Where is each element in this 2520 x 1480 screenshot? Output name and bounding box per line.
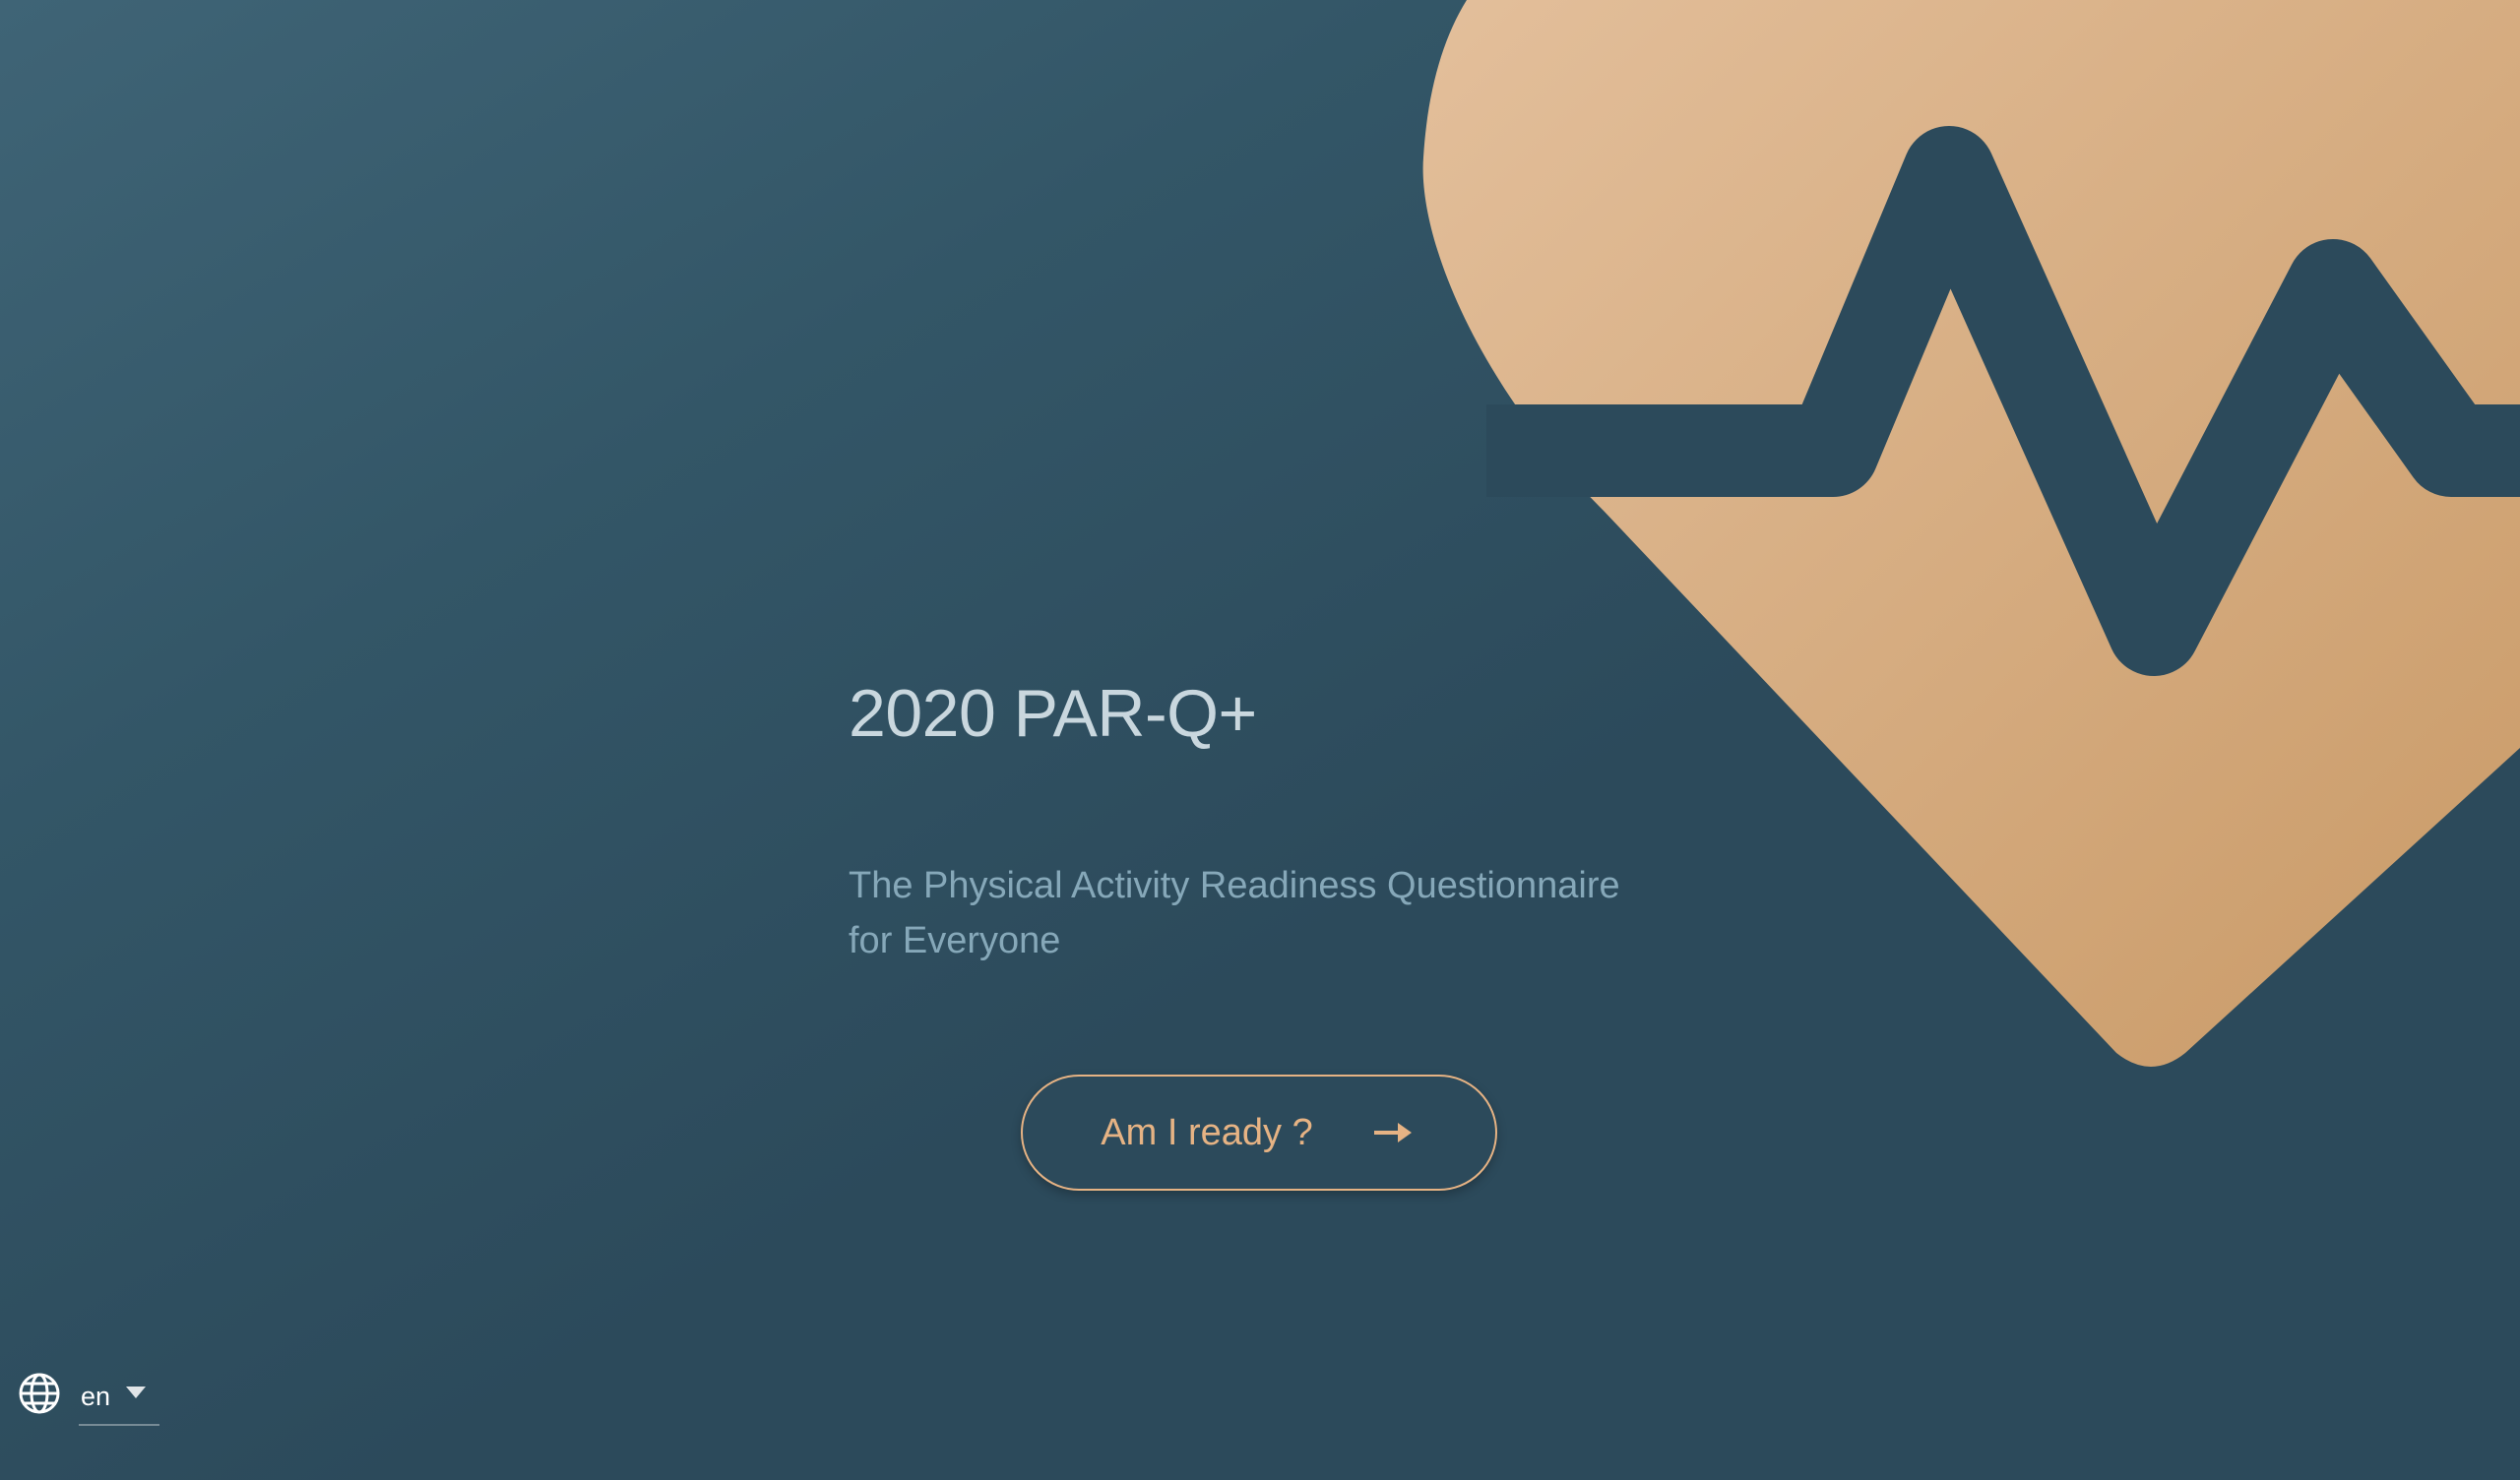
subtitle-line-2: for Everyone <box>849 920 1061 961</box>
language-dropdown[interactable]: en <box>79 1377 159 1426</box>
globe-icon <box>19 1373 60 1414</box>
page-subtitle: The Physical Activity Readiness Question… <box>849 858 1754 968</box>
language-value: en <box>81 1382 111 1411</box>
chevron-down-icon <box>126 1387 146 1398</box>
am-i-ready-label: Am I ready ? <box>1101 1112 1313 1153</box>
subtitle-line-1: The Physical Activity Readiness Question… <box>849 865 1620 906</box>
hero: 2020 PAR-Q+ The Physical Activity Readin… <box>849 669 1813 961</box>
arrow-right-icon <box>1373 1123 1412 1142</box>
am-i-ready-button[interactable]: Am I ready ? <box>1021 1075 1497 1191</box>
page-title: 2020 PAR-Q+ <box>849 676 1257 751</box>
language-selector: en <box>18 1370 159 1426</box>
